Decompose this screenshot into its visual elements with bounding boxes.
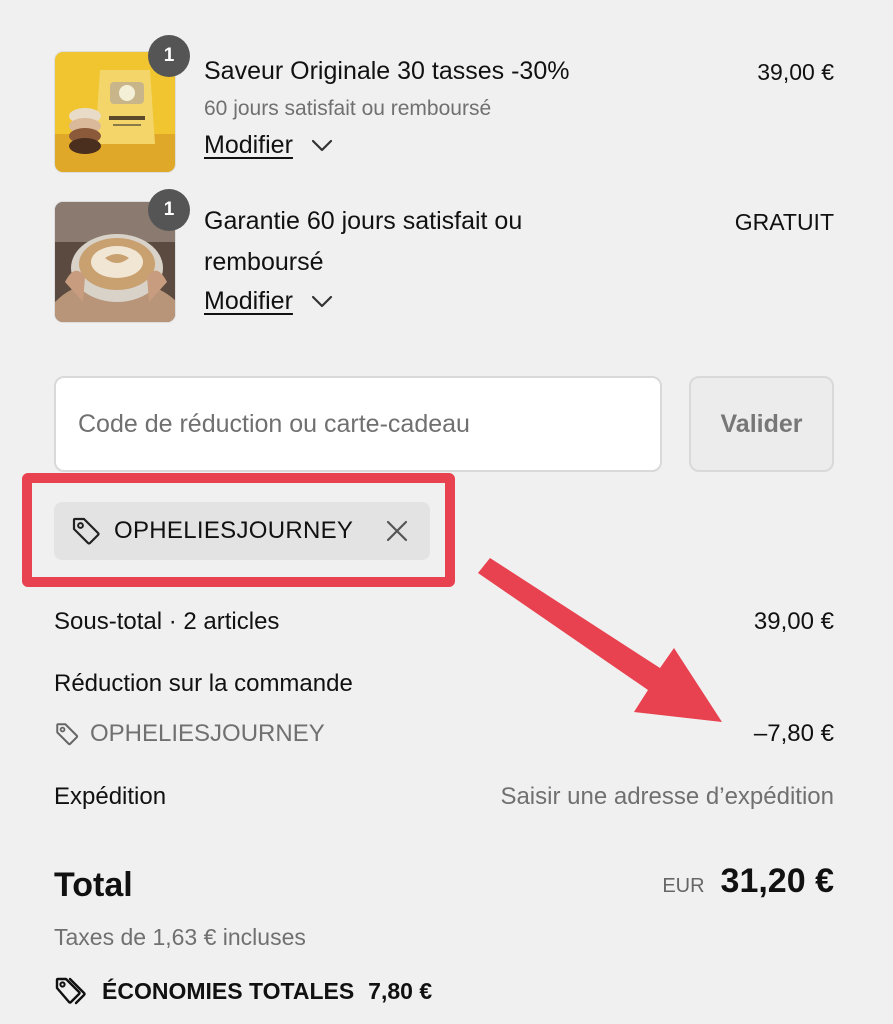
- discount-code-input[interactable]: [54, 376, 662, 472]
- tags-icon: [55, 977, 86, 1005]
- order-discount-code: OPHELIESJOURNEY: [90, 720, 325, 747]
- order-discount-value: –7,80 €: [753, 720, 834, 747]
- quantity-badge: 1: [148, 189, 190, 231]
- item-price: 39,00 €: [757, 59, 834, 85]
- modify-label: Modifier: [204, 131, 293, 159]
- subtotal-label: Sous-total · 2 articles: [54, 608, 280, 635]
- order-discount-label: Réduction sur la commande: [54, 670, 353, 697]
- chevron-down-icon: [311, 295, 333, 307]
- item-price: GRATUIT: [734, 209, 834, 235]
- item-title: Garantie 60 jours satisfait ou remboursé: [204, 207, 523, 276]
- cart-item: 1 Garantie 60 jours satisfait ou rembour…: [54, 189, 834, 325]
- highlight-annotation: [22, 473, 455, 587]
- subtotal-row: Sous-total · 2 articles 39,00 €: [54, 608, 834, 636]
- apply-discount-button[interactable]: Valider: [689, 376, 834, 472]
- item-subtitle: 60 jours satisfait ou remboursé: [204, 97, 492, 120]
- savings-value: 7,80 €: [368, 977, 433, 1004]
- shipping-value: Saisir une adresse d’expédition: [500, 783, 834, 810]
- chevron-down-icon: [311, 139, 333, 151]
- order-discount-row: Réduction sur la commande: [54, 670, 834, 698]
- tag-icon: [56, 723, 79, 746]
- total-currency: EUR: [662, 875, 705, 897]
- savings-label: ÉCONOMIES TOTALES: [102, 977, 355, 1004]
- modify-button[interactable]: Modifier: [204, 131, 333, 160]
- total-savings: ÉCONOMIES TOTALES 7,80 €: [54, 976, 432, 1006]
- modify-label: Modifier: [204, 287, 293, 315]
- total-amount: EUR 31,20 €: [662, 862, 834, 901]
- shipping-row: Expédition Saisir une adresse d’expéditi…: [54, 783, 834, 811]
- total-value: 31,20 €: [720, 862, 834, 900]
- quantity-badge: 1: [148, 35, 190, 77]
- modify-button[interactable]: Modifier: [204, 287, 333, 316]
- taxes-text: Taxes de 1,63 € incluses: [54, 924, 306, 950]
- item-title: Saveur Originale 30 tasses -30%: [204, 57, 570, 85]
- cart-item: 1 Saveur Originale 30 tasses -30% 60 jou…: [54, 35, 834, 175]
- total-label: Total: [54, 866, 133, 904]
- subtotal-value: 39,00 €: [753, 608, 834, 635]
- shipping-label: Expédition: [54, 783, 167, 810]
- order-discount-code-row: OPHELIESJOURNEY –7,80 €: [54, 720, 834, 748]
